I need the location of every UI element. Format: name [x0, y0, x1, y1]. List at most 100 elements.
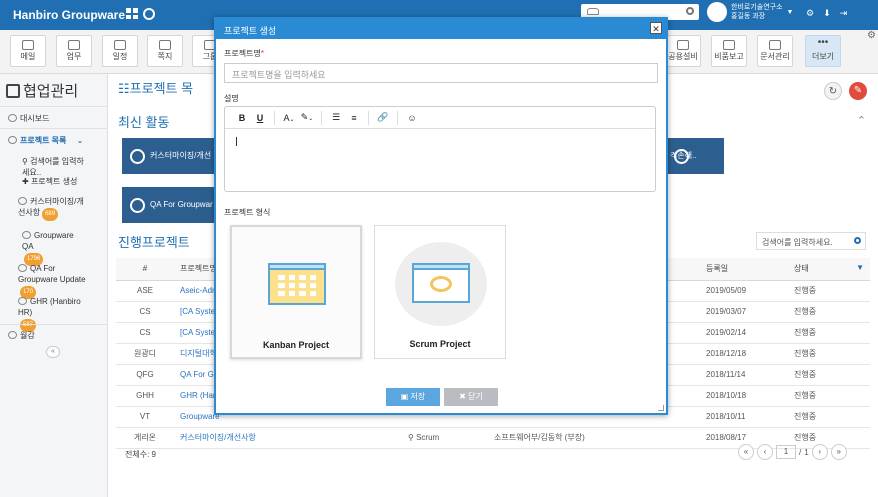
resize-handle[interactable] [658, 405, 664, 411]
gear-icon[interactable]: ⚙ [867, 30, 876, 41]
dialog-title: 프로젝트 생성 [224, 26, 277, 36]
activity-card[interactable]: 커스터마이징/개선 [122, 138, 222, 174]
edit-button[interactable]: ✎ [849, 82, 867, 100]
calendar-icon [114, 40, 126, 50]
brand-name[interactable]: Hanbiro Groupware [13, 8, 125, 22]
sidebar-collapse-button[interactable]: « [46, 346, 60, 358]
nav-task[interactable]: 업무 [56, 35, 92, 67]
close-icon: ✖ [459, 392, 469, 401]
col-date[interactable]: 등록일 [700, 258, 788, 281]
people-icon [8, 331, 17, 339]
apps-grid-icon[interactable] [126, 8, 138, 19]
link-icon[interactable]: 🔗 [374, 112, 392, 123]
refresh-button[interactable]: ↻ [824, 82, 842, 100]
nav-documents[interactable]: 문서관리 [757, 35, 793, 67]
sidebar-title: 협업관리 [6, 80, 78, 101]
highlight-icon[interactable]: ✎⌄ [298, 112, 316, 123]
col-status[interactable]: 상태 ▼ [788, 258, 870, 281]
sidebar-project-item[interactable]: 커스터마이징/개선사항 689 [0, 196, 108, 222]
nav-more[interactable]: ••• 더보기 [805, 35, 841, 67]
logout-icon[interactable]: ⇥ [840, 8, 848, 19]
bullet-list-icon[interactable]: ☰ [327, 112, 345, 123]
avatar[interactable] [707, 2, 727, 22]
scrum-project-option[interactable]: Scrum Project [374, 225, 506, 359]
activity-card[interactable]: 격손해.. [666, 138, 724, 174]
download-icon[interactable]: ⬇ [823, 8, 831, 19]
scrum-cycle-icon [395, 242, 487, 326]
prev-page-button[interactable]: ‹ [757, 444, 773, 460]
search-icon[interactable] [686, 7, 694, 15]
nav-mail[interactable]: 메일 [10, 35, 46, 67]
editor-toolbar: B U A⌄ ✎⌄ ☰ ≡ 🔗 ☺ [225, 107, 655, 129]
filter-icon[interactable]: ▼ [856, 263, 864, 272]
list-icon: ☷ [118, 81, 130, 96]
scrum-project-label: Scrum Project [409, 339, 471, 349]
description-editor[interactable]: B U A⌄ ✎⌄ ☰ ≡ 🔗 ☺ [224, 106, 656, 192]
underline-button[interactable]: U [251, 113, 269, 123]
page-separator: / [799, 447, 802, 457]
next-page-button[interactable]: › [811, 444, 828, 460]
col-code[interactable]: # [116, 258, 174, 281]
plus-icon: ✚ [22, 177, 31, 186]
project-name-input[interactable]: 프로젝트명을 입력하세요 [224, 63, 658, 83]
total-count: 전체수: 9 [125, 450, 156, 459]
save-icon: ▣ [400, 392, 411, 401]
last-page-button[interactable]: » [830, 444, 847, 460]
user-org: 한비로기술연구소 [731, 4, 783, 11]
nav-report[interactable]: 비품보고 [711, 35, 747, 67]
collaboration-icon [6, 84, 20, 98]
sidebar-item-dashboard[interactable]: 대시보드 [0, 106, 108, 126]
nav-facility[interactable]: 공용설비 [665, 35, 701, 67]
text-color-icon[interactable]: A⌄ [280, 113, 298, 123]
chevron-down-icon[interactable]: ⌄ [77, 136, 84, 145]
sidebar-project-item[interactable]: QA For Groupware Update170 [0, 263, 108, 299]
kanban-board-icon [268, 263, 326, 305]
user-menu[interactable]: 한비로기술연구소 홍길동 과장 ▼ [707, 2, 793, 22]
sidebar-search[interactable]: ⚲ 검색어를 입력하세요.. [0, 154, 108, 177]
people-icon [587, 8, 599, 15]
search-icon[interactable] [854, 237, 861, 244]
folder-icon [8, 136, 17, 144]
numbered-list-icon[interactable]: ≡ [345, 113, 363, 123]
search-icon: ⚲ [22, 157, 31, 166]
task-icon [68, 40, 80, 50]
scrum-icon: ⚲ [408, 433, 417, 442]
scrum-icon [18, 264, 27, 272]
emoji-icon[interactable]: ☺ [403, 113, 421, 123]
total-pages: 1 [804, 447, 809, 457]
text-cursor [236, 137, 237, 146]
memo-icon [159, 40, 171, 50]
chevron-down-icon[interactable]: ▼ [787, 9, 794, 16]
sidebar: 협업관리 대시보드 프로젝트 목록 ⌄ ⚲ 검색어를 입력하세요.. ✚ 프로젝… [0, 74, 108, 497]
bold-button[interactable]: B [233, 113, 251, 123]
sidebar-item-create[interactable]: ✚ 프로젝트 생성 [0, 176, 108, 190]
scrum-icon [18, 297, 27, 305]
activity-card[interactable]: QA For Groupwar [122, 187, 222, 223]
sidebar-project-item[interactable]: GHR (Hanbiro HR) 587 [0, 296, 108, 332]
first-page-button[interactable]: « [738, 444, 754, 460]
sidebar-item-report[interactable]: 월감 [0, 324, 108, 344]
document-icon [769, 40, 781, 50]
nav-memo[interactable]: 쪽지 [147, 35, 183, 67]
count-badge: 689 [42, 208, 59, 221]
save-button[interactable]: ▣ 저장 [386, 388, 440, 406]
page-input[interactable]: 1 [776, 445, 796, 459]
create-project-dialog: 프로젝트 생성 ✕ 프로젝트명* 프로젝트명을 입력하세요 설명 B U A⌄ … [214, 17, 668, 415]
sidebar-item-project-list[interactable]: 프로젝트 목록 ⌄ [0, 128, 108, 148]
close-icon[interactable]: ✕ [650, 22, 662, 34]
mail-icon [22, 40, 34, 50]
cancel-button[interactable]: ✖ 닫기 [444, 388, 498, 406]
recent-activity-title: 최신 활동 [118, 115, 170, 130]
chevron-up-icon[interactable]: ⌃ [857, 114, 866, 127]
settings-icon[interactable]: ⚙ [806, 8, 814, 19]
sidebar-project-item[interactable]: Groupware QA 1796 [0, 230, 108, 266]
nav-calendar[interactable]: 일정 [102, 35, 138, 67]
more-icon: ••• [817, 37, 829, 48]
logo-icon[interactable] [143, 8, 155, 20]
user-name: 홍길동 과장 [731, 13, 766, 20]
scrum-icon [18, 197, 27, 205]
dialog-header: 프로젝트 생성 ✕ [216, 19, 666, 39]
kanban-project-option[interactable]: Kanban Project [230, 225, 362, 359]
pagination: « ‹ 1 / 1 › » [738, 444, 847, 460]
project-search-input[interactable]: 검색어를 입력하세요. [756, 232, 866, 250]
